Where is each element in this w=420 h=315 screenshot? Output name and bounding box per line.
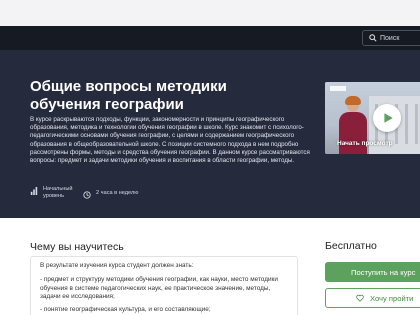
clock-icon bbox=[83, 191, 91, 199]
video-logo bbox=[330, 86, 346, 91]
learn-line: - понятие географическая культура, и его… bbox=[40, 306, 211, 313]
course-page: Поиск Общие вопросы методики обучения ге… bbox=[0, 0, 420, 315]
search-button[interactable]: Поиск bbox=[362, 30, 420, 46]
browser-top-strip bbox=[0, 0, 420, 26]
search-icon bbox=[369, 34, 377, 42]
course-time: 2 часа в неделю bbox=[83, 190, 138, 199]
course-description: В курсе раскрываются подходы, функции, з… bbox=[30, 116, 310, 165]
learn-line: В результате изучения курса студент долж… bbox=[40, 262, 194, 269]
course-level: Начальный уровень bbox=[30, 186, 75, 200]
course-level-label: Начальный уровень bbox=[43, 186, 73, 199]
search-label: Поиск bbox=[380, 34, 400, 42]
learn-section-title: Чему вы научитесь bbox=[30, 241, 124, 253]
wishlist-button[interactable]: Хочу пройти bbox=[325, 288, 420, 308]
video-label[interactable]: Начать просмотр bbox=[337, 140, 393, 147]
course-time-label: 2 часа в неделю bbox=[96, 190, 139, 196]
learn-line: - предмет и структуру методики обучения … bbox=[40, 276, 278, 301]
enroll-button[interactable]: Поступить на курс bbox=[325, 262, 420, 282]
bar-chart-icon bbox=[30, 187, 38, 195]
top-navbar bbox=[0, 26, 420, 50]
play-icon bbox=[384, 113, 393, 123]
wishlist-label: Хочу пройти bbox=[370, 293, 414, 303]
course-price: Бесплатно bbox=[325, 240, 377, 252]
play-button[interactable] bbox=[373, 104, 401, 132]
heart-icon bbox=[356, 294, 364, 302]
course-title: Общие вопросы методики обучения географи… bbox=[30, 78, 227, 113]
